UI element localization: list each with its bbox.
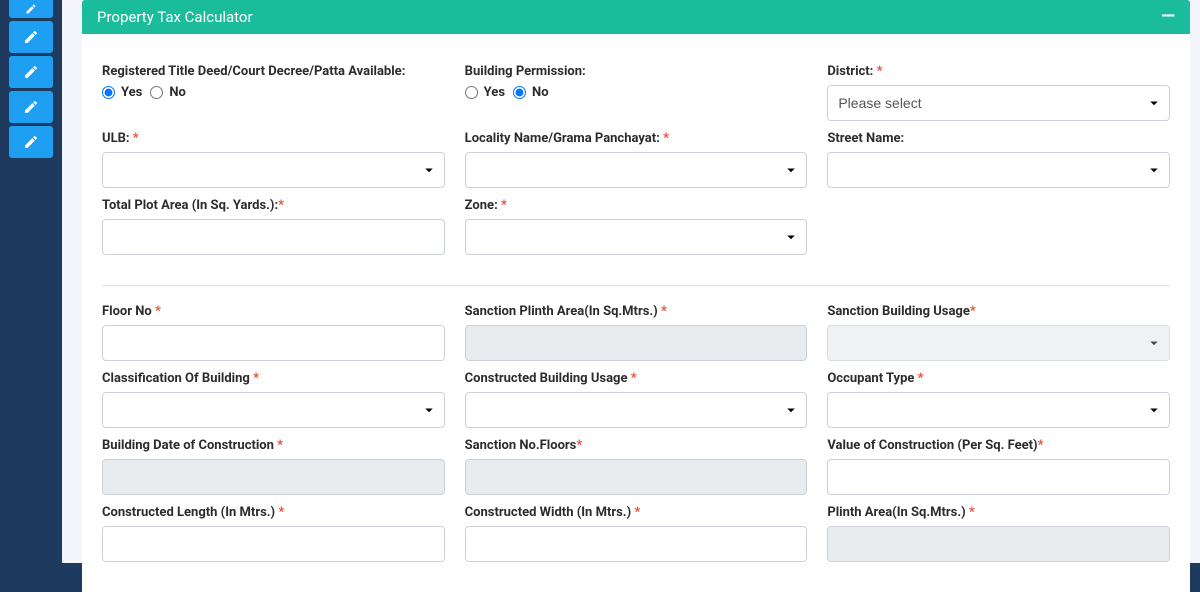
classification-select[interactable] bbox=[102, 392, 445, 428]
constructed-length-label: Constructed Length (In Mtrs.) * bbox=[102, 505, 445, 520]
sidebar-btn-4[interactable] bbox=[9, 91, 53, 123]
panel-body: Registered Title Deed/Court Decree/Patta… bbox=[82, 34, 1190, 592]
ulb-label: ULB: * bbox=[102, 131, 445, 146]
edit-icon bbox=[23, 134, 39, 150]
street-name-select[interactable] bbox=[827, 152, 1170, 188]
sanction-usage-label: Sanction Building Usage* bbox=[827, 304, 1170, 319]
locality-label: Locality Name/Grama Panchayat: * bbox=[465, 131, 808, 146]
collapse-icon[interactable]: — bbox=[1161, 12, 1175, 22]
value-construction-input[interactable] bbox=[827, 459, 1170, 495]
section-divider bbox=[102, 285, 1170, 286]
title-deed-no-text: No bbox=[169, 85, 186, 100]
building-permission-no-text: No bbox=[532, 85, 549, 100]
plot-area-input[interactable] bbox=[102, 219, 445, 255]
sanction-plinth-label: Sanction Plinth Area(In Sq.Mtrs.) * bbox=[465, 304, 808, 319]
zone-select[interactable] bbox=[465, 219, 808, 255]
sanction-floors-input bbox=[465, 459, 808, 495]
main-content: Property Tax Calculator — Registered Tit… bbox=[62, 0, 1200, 563]
sidebar-btn-2[interactable] bbox=[9, 21, 53, 53]
constructed-width-input[interactable] bbox=[465, 526, 808, 562]
sidebar bbox=[0, 0, 62, 563]
constructed-usage-label: Constructed Building Usage * bbox=[465, 371, 808, 386]
panel-header: Property Tax Calculator — bbox=[82, 0, 1190, 34]
calculator-panel: Property Tax Calculator — Registered Tit… bbox=[82, 0, 1190, 592]
constructed-length-input[interactable] bbox=[102, 526, 445, 562]
floor-no-input[interactable] bbox=[102, 325, 445, 361]
sanction-usage-select bbox=[827, 325, 1170, 361]
building-date-input bbox=[102, 459, 445, 495]
constructed-usage-select[interactable] bbox=[465, 392, 808, 428]
plinth-area-input bbox=[827, 526, 1170, 562]
edit-icon bbox=[23, 29, 39, 45]
building-permission-label: Building Permission: bbox=[465, 64, 808, 79]
building-permission-yes-radio[interactable] bbox=[465, 86, 478, 99]
district-label: District: * bbox=[827, 64, 1170, 79]
classification-label: Classification Of Building * bbox=[102, 371, 445, 386]
sidebar-btn-3[interactable] bbox=[9, 56, 53, 88]
occupant-type-select[interactable] bbox=[827, 392, 1170, 428]
value-construction-label: Value of Construction (Per Sq. Feet)* bbox=[827, 438, 1170, 453]
zone-label: Zone: * bbox=[465, 198, 808, 213]
title-deed-label: Registered Title Deed/Court Decree/Patta… bbox=[102, 64, 445, 79]
ulb-select[interactable] bbox=[102, 152, 445, 188]
street-name-label: Street Name: bbox=[827, 131, 1170, 146]
constructed-width-label: Constructed Width (In Mtrs.) * bbox=[465, 505, 808, 520]
sanction-plinth-input bbox=[465, 325, 808, 361]
title-deed-yes-radio[interactable] bbox=[102, 86, 115, 99]
building-permission-yes-text: Yes bbox=[484, 85, 505, 100]
building-permission-no-radio[interactable] bbox=[513, 86, 526, 99]
occupant-type-label: Occupant Type * bbox=[827, 371, 1170, 386]
sanction-floors-label: Sanction No.Floors* bbox=[465, 438, 808, 453]
building-date-label: Building Date of Construction * bbox=[102, 438, 445, 453]
plinth-area-label: Plinth Area(In Sq.Mtrs.) * bbox=[827, 505, 1170, 520]
title-deed-yes-text: Yes bbox=[121, 85, 142, 100]
sidebar-btn-5[interactable] bbox=[9, 126, 53, 158]
edit-icon bbox=[23, 99, 39, 115]
panel-title: Property Tax Calculator bbox=[97, 8, 253, 26]
title-deed-no-radio[interactable] bbox=[150, 86, 163, 99]
plot-area-label: Total Plot Area (In Sq. Yards.):* bbox=[102, 198, 445, 213]
sidebar-btn-1[interactable] bbox=[9, 0, 53, 18]
edit-icon bbox=[23, 64, 39, 80]
edit-icon bbox=[25, 3, 37, 15]
floor-no-label: Floor No * bbox=[102, 304, 445, 319]
district-select[interactable]: Please select bbox=[827, 85, 1170, 121]
locality-select[interactable] bbox=[465, 152, 808, 188]
